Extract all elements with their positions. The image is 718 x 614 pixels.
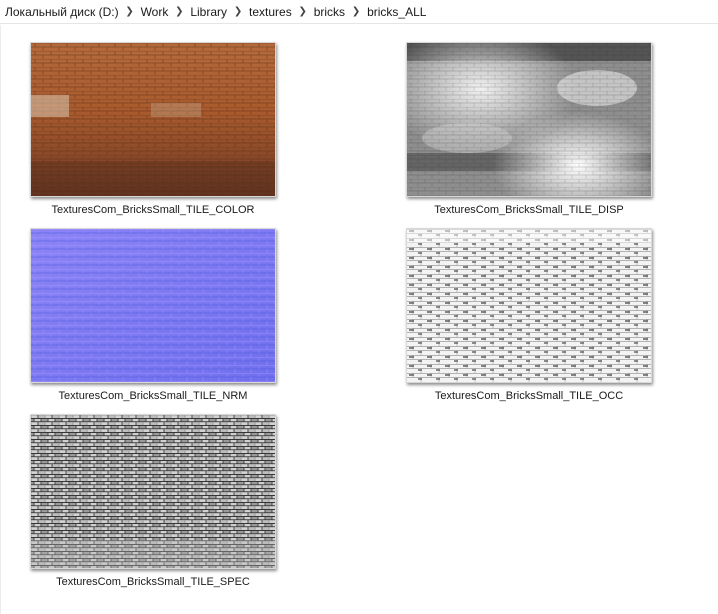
chevron-right-icon[interactable]: ❯ xyxy=(230,1,246,23)
breadcrumb-item-drive[interactable]: Локальный диск (D:) xyxy=(2,1,122,23)
displacement-map-thumbnail[interactable] xyxy=(406,42,652,197)
file-item-color[interactable]: TexturesCom_BricksSmall_TILE_COLOR xyxy=(30,42,276,218)
file-item-disp[interactable]: TexturesCom_BricksSmall_TILE_DISP xyxy=(406,42,652,218)
file-name-label: TexturesCom_BricksSmall_TILE_OCC xyxy=(434,390,624,402)
chevron-right-icon[interactable]: ❯ xyxy=(295,1,311,23)
chevron-right-icon[interactable]: ❯ xyxy=(122,1,138,23)
file-item-spec[interactable]: TexturesCom_BricksSmall_TILE_SPEC xyxy=(30,414,276,590)
chevron-right-icon[interactable]: ❯ xyxy=(348,1,364,23)
breadcrumb-item-library[interactable]: Library xyxy=(187,1,230,23)
file-name-label: TexturesCom_BricksSmall_TILE_SPEC xyxy=(56,576,250,588)
breadcrumb-item-work[interactable]: Work xyxy=(138,1,172,23)
file-name-label: TexturesCom_BricksSmall_TILE_DISP xyxy=(434,204,624,216)
address-breadcrumb[interactable]: Локальный диск (D:) ❯ Work ❯ Library ❯ t… xyxy=(0,0,718,24)
file-item-occ[interactable]: TexturesCom_BricksSmall_TILE_OCC xyxy=(406,228,652,404)
file-name-label: TexturesCom_BricksSmall_TILE_COLOR xyxy=(51,204,255,216)
chevron-right-icon[interactable]: ❯ xyxy=(171,1,187,23)
specular-map-thumbnail[interactable] xyxy=(30,414,276,569)
breadcrumb-item-bricks-all[interactable]: bricks_ALL xyxy=(364,1,429,23)
pane-divider xyxy=(0,25,1,614)
file-view: TexturesCom_BricksSmall_TILE_COLOR Textu… xyxy=(0,25,718,614)
breadcrumb-item-bricks[interactable]: bricks xyxy=(311,1,348,23)
normal-map-thumbnail[interactable] xyxy=(30,228,276,383)
file-name-label: TexturesCom_BricksSmall_TILE_NRM xyxy=(58,390,248,402)
file-item-nrm[interactable]: TexturesCom_BricksSmall_TILE_NRM xyxy=(30,228,276,404)
breadcrumb-item-textures[interactable]: textures xyxy=(246,1,295,23)
color-map-thumbnail[interactable] xyxy=(30,42,276,197)
occlusion-map-thumbnail[interactable] xyxy=(406,228,652,383)
